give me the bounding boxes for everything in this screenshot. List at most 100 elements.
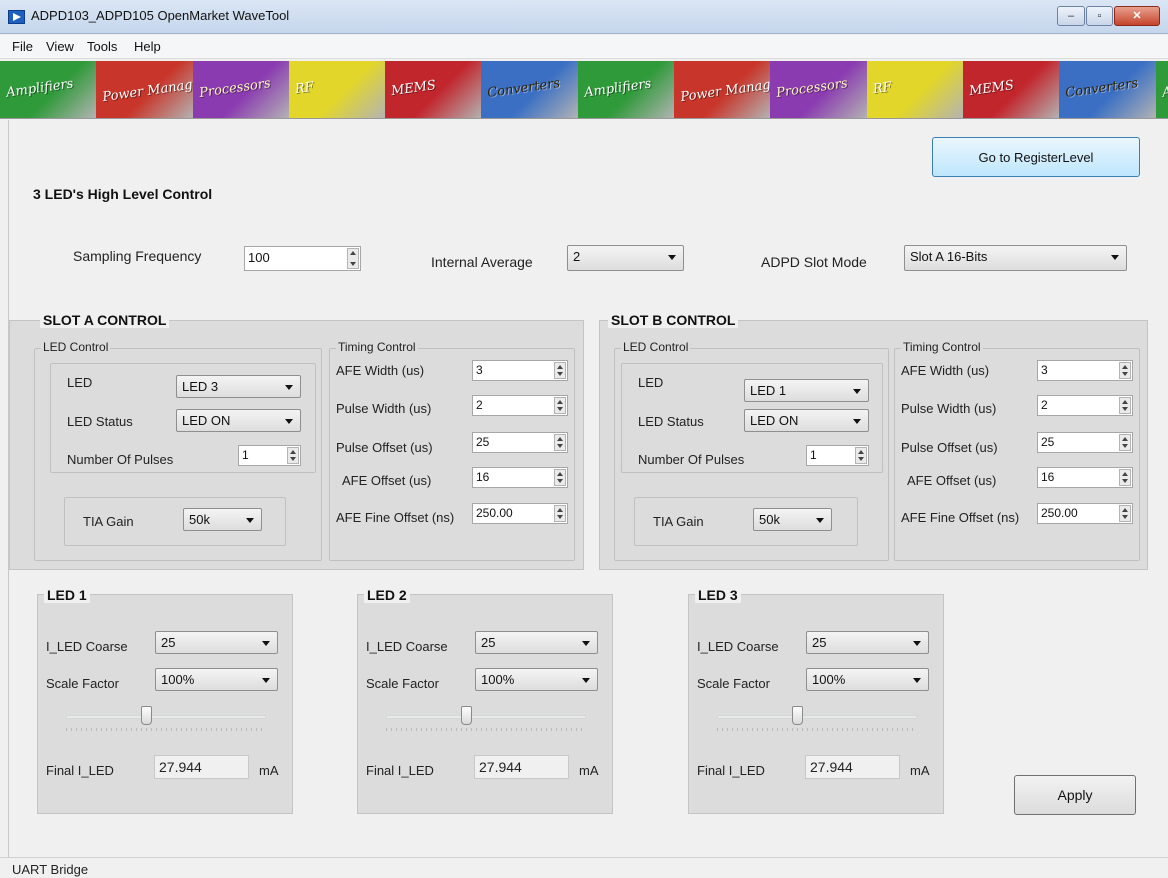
scale-slider-thumb[interactable] <box>141 706 152 725</box>
spin-arrows-icon[interactable] <box>554 505 566 522</box>
banner-tile: MEMS <box>385 61 482 118</box>
slot-a-control-panel: SLOT A CONTROL LED Control LED LED 3 LED… <box>9 312 584 570</box>
slot-a-pulse-offset-input[interactable]: 25 <box>472 432 568 453</box>
slot-a-led-status-select[interactable]: LED ON <box>176 409 301 432</box>
spin-arrows-icon[interactable] <box>1119 505 1131 522</box>
led-label: LED <box>638 375 664 390</box>
status-text: UART Bridge <box>12 862 89 877</box>
i-led-coarse-select[interactable]: 25 <box>806 631 929 654</box>
scale-factor-select[interactable]: 100% <box>475 668 598 691</box>
spin-arrows-icon[interactable] <box>554 397 566 414</box>
title-bar: ADPD103_ADPD105 OpenMarket WaveTool – ▫ … <box>0 0 1168 34</box>
slot-b-led-control-group: LED Control LED LED 1 LED Status LED ON … <box>614 340 889 561</box>
chevron-down-icon <box>262 641 270 646</box>
spin-arrows-icon[interactable] <box>347 248 359 269</box>
slot-b-number-of-pulses-input[interactable]: 1 <box>806 445 869 466</box>
spin-arrows-icon[interactable] <box>287 447 299 464</box>
banner-tile-label: RF <box>293 79 315 98</box>
afe-offset-label: AFE Offset (us) <box>342 473 432 488</box>
banner-tile: Processors <box>192 61 289 118</box>
slot-a-afe-width-input[interactable]: 3 <box>472 360 568 381</box>
scale-slider-thumb[interactable] <box>792 706 803 725</box>
scale-factor-label: Scale Factor <box>46 676 119 691</box>
spin-arrows-icon[interactable] <box>1119 434 1131 451</box>
apply-button[interactable]: Apply <box>1014 775 1136 815</box>
slot-a-number-of-pulses-input[interactable]: 1 <box>238 445 301 466</box>
i-led-coarse-select[interactable]: 25 <box>475 631 598 654</box>
i-led-coarse-label: I_LED Coarse <box>366 639 448 654</box>
scale-slider-track[interactable] <box>66 715 266 719</box>
scale-slider-track[interactable] <box>386 715 586 719</box>
maximize-button[interactable]: ▫ <box>1086 6 1113 26</box>
spin-arrows-icon[interactable] <box>554 362 566 379</box>
sampling-frequency-input[interactable]: 100 <box>244 246 361 271</box>
minimize-button[interactable]: – <box>1057 6 1085 26</box>
chevron-down-icon <box>246 518 254 523</box>
spin-arrows-icon[interactable] <box>1119 469 1131 486</box>
internal-average-select[interactable]: 2 <box>567 245 684 271</box>
banner-tile-label: Amplifiers <box>5 76 75 101</box>
led-control-title: LED Control <box>41 340 111 354</box>
slot-b-led-select[interactable]: LED 1 <box>744 379 869 402</box>
unit-label: mA <box>910 763 930 778</box>
slot-a-pulse-width-input[interactable]: 2 <box>472 395 568 416</box>
chevron-down-icon <box>913 678 921 683</box>
slot-a-afe-fine-offset-input[interactable]: 250.00 <box>472 503 568 524</box>
scale-slider-thumb[interactable] <box>461 706 472 725</box>
afe-offset-label: AFE Offset (us) <box>907 473 997 488</box>
menu-view[interactable]: View <box>46 39 74 54</box>
led-select-box: LED LED 3 LED Status LED ON Number Of Pu… <box>50 363 316 473</box>
banner-tile-label: Converters <box>1064 75 1140 102</box>
close-button[interactable]: ✕ <box>1114 6 1160 26</box>
banner-tile: MEMS <box>962 61 1060 118</box>
pulse-offset-label: Pulse Offset (us) <box>901 440 998 455</box>
slot-b-afe-width-input[interactable]: 3 <box>1037 360 1133 381</box>
slot-b-afe-offset-input[interactable]: 16 <box>1037 467 1133 488</box>
led-status-label: LED Status <box>67 414 133 429</box>
banner-tile-label: Processors <box>197 76 272 101</box>
product-banner: Amplifiers Power Management Processors RF ME… <box>0 61 1168 119</box>
pulse-width-label: Pulse Width (us) <box>336 401 432 416</box>
slot-a-afe-offset-input[interactable]: 16 <box>472 467 568 488</box>
pulse-offset-label: Pulse Offset (us) <box>336 440 433 455</box>
scale-slider-ticks <box>66 728 266 731</box>
slot-b-tia-gain-select[interactable]: 50k <box>753 508 832 531</box>
slot-b-afe-fine-offset-input[interactable]: 250.00 <box>1037 503 1133 524</box>
banner-tile: Amplifiers <box>1155 61 1168 118</box>
spin-arrows-icon[interactable] <box>855 447 867 464</box>
i-led-coarse-select[interactable]: 25 <box>155 631 278 654</box>
menu-tools[interactable]: Tools <box>87 39 117 54</box>
app-logo-icon <box>8 10 25 24</box>
slot-b-timing-control-group: Timing Control AFE Width (us) 3 Pulse Wi… <box>894 340 1140 561</box>
slot-b-pulse-width-input[interactable]: 2 <box>1037 395 1133 416</box>
afe-width-label: AFE Width (us) <box>336 363 425 378</box>
pulse-width-label: Pulse Width (us) <box>901 401 997 416</box>
slot-b-led-status-select[interactable]: LED ON <box>744 409 869 432</box>
window-title: ADPD103_ADPD105 OpenMarket WaveTool <box>31 8 290 23</box>
chevron-down-icon <box>582 641 590 646</box>
menu-file[interactable]: File <box>12 39 33 54</box>
adpd-slot-mode-select[interactable]: Slot A 16-Bits <box>904 245 1127 271</box>
banner-tile: RF <box>288 61 386 118</box>
go-to-register-level-button[interactable]: Go to RegisterLevel <box>932 137 1140 177</box>
main-panel: Go to RegisterLevel 3 LED's High Level C… <box>8 120 1168 857</box>
spin-arrows-icon[interactable] <box>1119 397 1131 414</box>
spin-arrows-icon[interactable] <box>554 469 566 486</box>
unit-label: mA <box>259 763 279 778</box>
scale-factor-select[interactable]: 100% <box>155 668 278 691</box>
menu-bar: File View Tools Help <box>0 35 1168 59</box>
timing-control-title: Timing Control <box>336 340 418 354</box>
spin-arrows-icon[interactable] <box>554 434 566 451</box>
slot-a-tia-gain-select[interactable]: 50k <box>183 508 262 531</box>
status-bar: UART Bridge <box>0 857 1168 878</box>
slot-a-led-select[interactable]: LED 3 <box>176 375 301 398</box>
number-of-pulses-label: Number Of Pulses <box>67 452 174 467</box>
slot-b-pulse-offset-input[interactable]: 25 <box>1037 432 1133 453</box>
sampling-frequency-label: Sampling Frequency <box>73 248 202 264</box>
menu-help[interactable]: Help <box>134 39 161 54</box>
spin-arrows-icon[interactable] <box>1119 362 1131 379</box>
scale-factor-select[interactable]: 100% <box>806 668 929 691</box>
scale-factor-label: Scale Factor <box>366 676 439 691</box>
scale-slider-track[interactable] <box>717 715 917 719</box>
afe-fine-offset-label: AFE Fine Offset (ns) <box>336 510 455 525</box>
